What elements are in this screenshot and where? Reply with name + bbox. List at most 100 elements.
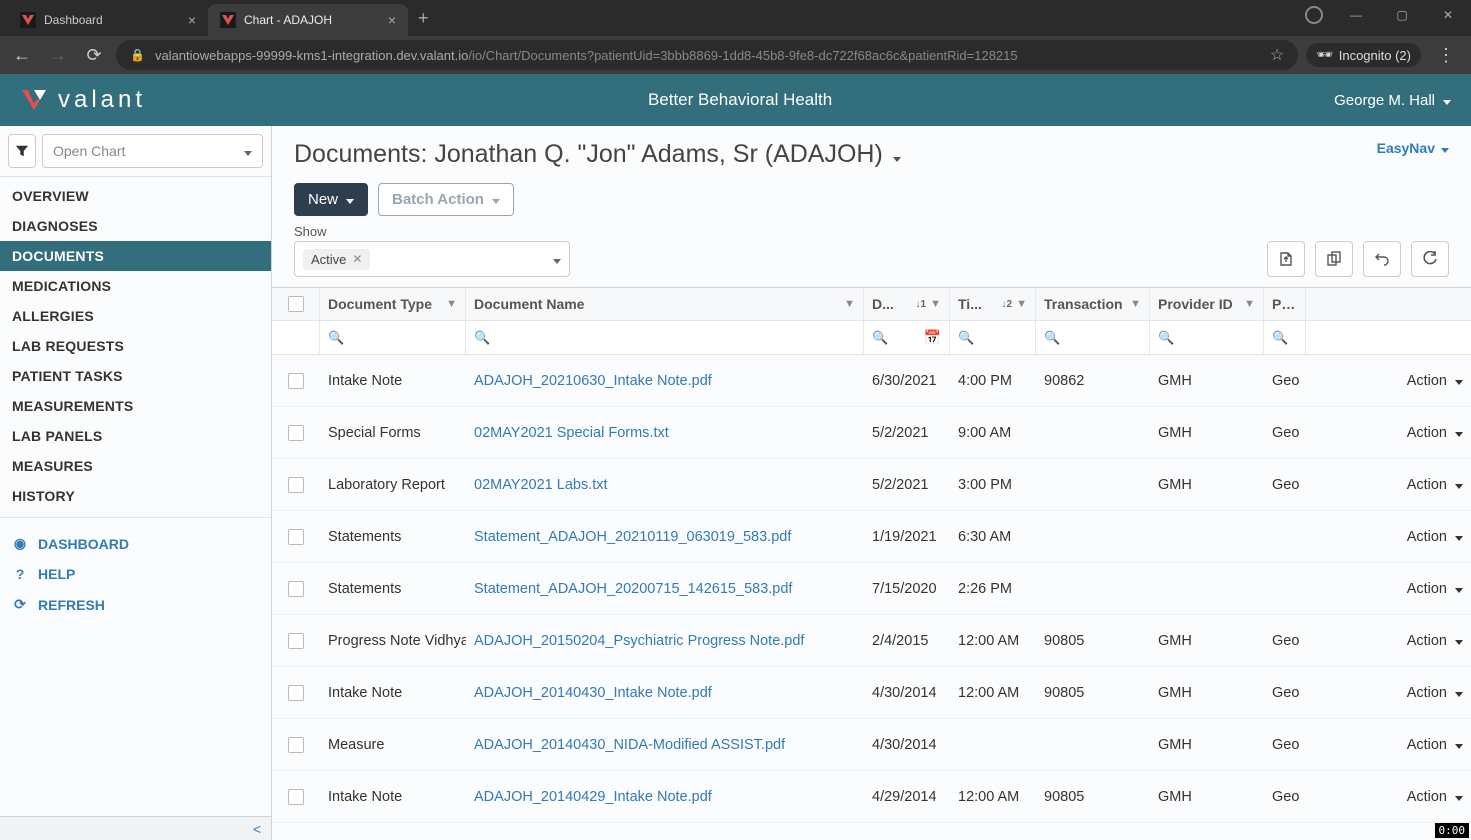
filter-document-type[interactable]: 🔍 [320, 321, 466, 354]
new-tab-button[interactable]: + [418, 8, 429, 29]
account-icon[interactable] [1305, 6, 1323, 24]
sidebar-item-medications[interactable]: MEDICATIONS [0, 271, 271, 301]
sidebar-item-patient-tasks[interactable]: PATIENT TASKS [0, 361, 271, 391]
filter-document-name[interactable]: 🔍 [466, 321, 864, 354]
browser-tab-0[interactable]: Dashboard × [8, 4, 208, 36]
select-all-checkbox[interactable] [272, 288, 320, 320]
row-action-button[interactable]: Action [1407, 425, 1463, 441]
filter-provider-id[interactable]: 🔍 [1150, 321, 1264, 354]
filter-date[interactable]: 🔍📅 [864, 321, 950, 354]
cell-document-name[interactable]: ADAJOH_20140430_Intake Note.pdf [466, 671, 864, 715]
close-icon[interactable]: × [188, 12, 196, 28]
cell-document-name[interactable]: 02MAY2021 Special Forms.txt [466, 411, 864, 455]
filter-icon[interactable]: ▼ [844, 298, 855, 310]
column-provider[interactable]: Prov [1264, 288, 1306, 320]
column-provider-id[interactable]: Provider ID▼ [1150, 288, 1264, 320]
row-action-button[interactable]: Action [1407, 529, 1463, 545]
brand-logo[interactable]: valant [20, 86, 146, 114]
filter-chip-active[interactable]: Active ✕ [303, 249, 370, 270]
cell-document-name[interactable]: ADAJOH_20150204_Psychiatric Progress Not… [466, 619, 864, 663]
filter-icon[interactable]: ▼ [1130, 298, 1141, 310]
sidebar-item-history[interactable]: HISTORY [0, 481, 271, 511]
column-time[interactable]: Ti...↓2▼ [950, 288, 1036, 320]
cell-document-name[interactable]: Statement_ADAJOH_20200715_142615_583.pdf [466, 567, 864, 611]
cell-document-name[interactable]: 02MAY2021 Labs.txt [466, 463, 864, 507]
cell-date: 2/4/2015 [864, 619, 950, 663]
row-action-button[interactable]: Action [1407, 373, 1463, 389]
back-button[interactable]: ← [8, 41, 36, 69]
sidebar-item-lab-panels[interactable]: LAB PANELS [0, 421, 271, 451]
column-document-type[interactable]: Document Type▼ [320, 288, 466, 320]
column-document-name[interactable]: Document Name▼ [466, 288, 864, 320]
cell-document-name[interactable]: Statement_ADAJOH_20210119_063019_583.pdf [466, 515, 864, 559]
easynav-button[interactable]: EasyNav [1377, 140, 1449, 156]
user-menu[interactable]: George M. Hall [1334, 92, 1451, 109]
minimize-button[interactable]: — [1333, 0, 1379, 30]
row-checkbox[interactable] [272, 515, 320, 559]
row-checkbox[interactable] [272, 775, 320, 819]
row-action-button[interactable]: Action [1407, 581, 1463, 597]
cell-document-name[interactable]: ADAJOH_20140430_NIDA-Modified ASSIST.pdf [466, 723, 864, 767]
sidebar-item-overview[interactable]: OVERVIEW [0, 181, 271, 211]
reload-button[interactable]: ⟳ [80, 41, 108, 69]
cell-date: 7/15/2020 [864, 567, 950, 611]
open-chart-select[interactable]: Open Chart [42, 134, 263, 168]
cell-document-name[interactable]: ADAJOH_20140429_Intake Note.pdf [466, 775, 864, 819]
row-action-button[interactable]: Action [1407, 685, 1463, 701]
column-transaction[interactable]: Transaction▼ [1036, 288, 1150, 320]
row-checkbox[interactable] [272, 723, 320, 767]
calendar-icon[interactable]: 📅 [924, 329, 941, 346]
new-button[interactable]: New [294, 183, 368, 216]
row-action-button[interactable]: Action [1407, 633, 1463, 649]
search-icon: 🔍 [328, 330, 344, 346]
cell-transaction: 90862 [1036, 359, 1150, 403]
sidebar-link-dashboard[interactable]: ◉DASHBOARD [0, 528, 271, 559]
undo-button[interactable] [1363, 241, 1401, 277]
close-icon[interactable]: × [388, 12, 396, 28]
row-checkbox[interactable] [272, 411, 320, 455]
forward-button[interactable]: → [44, 41, 72, 69]
row-action-button[interactable]: Action [1407, 789, 1463, 805]
page-title[interactable]: Documents: Jonathan Q. "Jon" Adams, Sr (… [294, 140, 901, 169]
row-checkbox[interactable] [272, 463, 320, 507]
bookmark-icon[interactable]: ☆ [1270, 45, 1284, 65]
maximize-button[interactable]: ▢ [1379, 0, 1425, 30]
show-filter-select[interactable]: Active ✕ [294, 241, 570, 277]
filter-transaction[interactable]: 🔍 [1036, 321, 1150, 354]
row-action-button[interactable]: Action [1407, 477, 1463, 493]
filter-provider[interactable]: 🔍 [1264, 321, 1306, 354]
sidebar-link-help[interactable]: ?HELP [0, 559, 271, 589]
export-button[interactable] [1267, 241, 1305, 277]
browser-tab-1[interactable]: Chart - ADAJOH × [208, 4, 408, 36]
sidebar-item-measures[interactable]: MEASURES [0, 451, 271, 481]
sidebar-item-diagnoses[interactable]: DIAGNOSES [0, 211, 271, 241]
filter-icon[interactable]: ▼ [1244, 298, 1255, 310]
column-date[interactable]: D...↓1▼ [864, 288, 950, 320]
filter-button[interactable] [8, 134, 36, 168]
collapse-sidebar-button[interactable]: < [0, 816, 271, 840]
row-checkbox[interactable] [272, 567, 320, 611]
cell-document-name[interactable]: ADAJOH_20210630_Intake Note.pdf [466, 359, 864, 403]
sidebar-item-allergies[interactable]: ALLERGIES [0, 301, 271, 331]
menu-icon[interactable]: ⋮ [1429, 45, 1463, 66]
row-checkbox[interactable] [272, 619, 320, 663]
filter-icon[interactable]: ▼ [446, 298, 457, 310]
incognito-badge[interactable]: 🕶 Incognito (2) [1306, 43, 1421, 67]
filter-icon[interactable]: ▼ [1016, 298, 1027, 310]
row-checkbox[interactable] [272, 671, 320, 715]
sidebar-link-refresh[interactable]: ⟳REFRESH [0, 589, 271, 620]
address-bar[interactable]: 🔒 valantiowebapps-99999-kms1-integration… [116, 40, 1298, 70]
filter-time[interactable]: 🔍 [950, 321, 1036, 354]
close-window-button[interactable]: ✕ [1425, 0, 1471, 30]
refresh-button[interactable] [1411, 241, 1449, 277]
open-window-button[interactable] [1315, 241, 1353, 277]
remove-chip-icon[interactable]: ✕ [352, 252, 362, 266]
filter-icon[interactable]: ▼ [930, 298, 941, 310]
row-checkbox[interactable] [272, 359, 320, 403]
sidebar-item-lab-requests[interactable]: LAB REQUESTS [0, 331, 271, 361]
sidebar-item-measurements[interactable]: MEASUREMENTS [0, 391, 271, 421]
cell-provider-id: GMH [1150, 359, 1264, 403]
row-action-button[interactable]: Action [1407, 737, 1463, 753]
sidebar-item-documents[interactable]: DOCUMENTS [0, 241, 271, 271]
batch-action-button[interactable]: Batch Action [378, 183, 514, 216]
